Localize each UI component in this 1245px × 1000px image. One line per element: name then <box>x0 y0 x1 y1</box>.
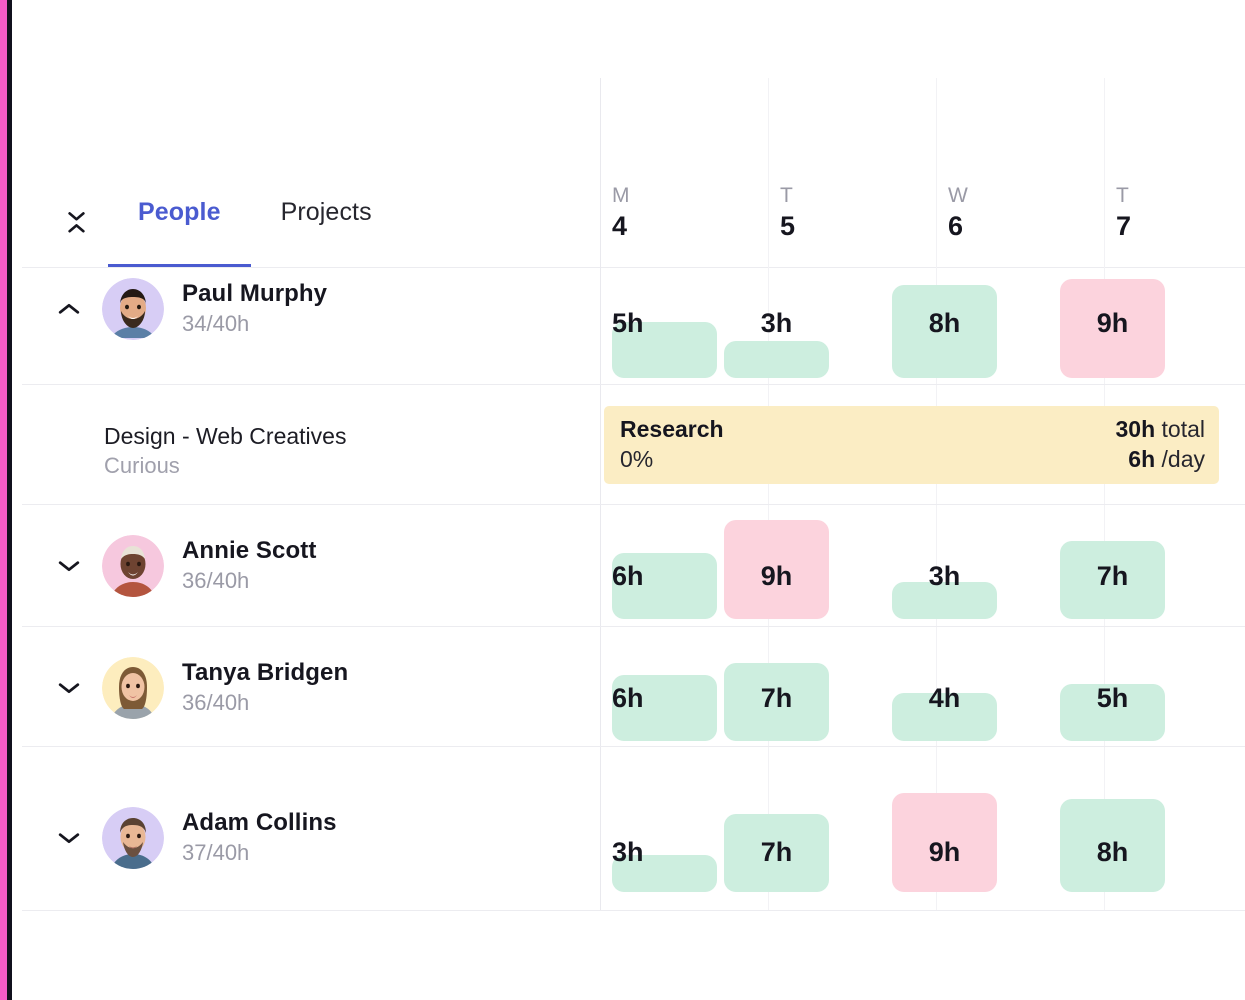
board-header: People Projects M 4 T 5 W 6 T 7 <box>12 78 1245 268</box>
allocation-hours-label: 8h <box>928 308 961 338</box>
task-left-info: Research 0% <box>620 415 724 475</box>
project-cell[interactable]: Design - Web Creatives Curious <box>104 421 346 481</box>
person-cell-tanya[interactable]: Tanya Bridgen 36/40h <box>52 657 348 719</box>
board: People Projects M 4 T 5 W 6 T 7 Paul Mur… <box>12 0 1245 1000</box>
allocation-cell-tanya-tue[interactable]: 7h <box>724 627 829 741</box>
person-name: Paul Murphy <box>182 280 328 308</box>
avatar <box>102 535 164 597</box>
project-name: Design - Web Creatives <box>104 423 347 449</box>
avatar <box>102 278 164 340</box>
table-row[interactable]: Annie Scott 36/40h 6h 9h 3h 7h <box>12 505 1245 627</box>
allocation-cell-adam-wed[interactable]: 9h <box>892 747 997 892</box>
avatar <box>102 807 164 869</box>
expand-toggle-annie[interactable] <box>52 549 86 583</box>
task-total-row: 30h total <box>1115 415 1205 445</box>
chevron-down-icon <box>58 683 80 694</box>
allocation-hours-label: 4h <box>928 683 961 713</box>
person-info-paul: Paul Murphy 34/40h <box>182 279 327 338</box>
allocation-hours-label: 7h <box>760 683 793 713</box>
person-name: Tanya Bridgen <box>182 659 349 687</box>
person-info-adam: Adam Collins 37/40h <box>182 808 337 867</box>
task-perday-row: 6h /day <box>1115 445 1205 475</box>
allocation-hours-label: 3h <box>612 837 644 867</box>
task-progress: 0% <box>620 446 654 472</box>
expand-toggle-adam[interactable] <box>52 821 86 855</box>
person-name: Annie Scott <box>182 537 317 565</box>
allocation-cell-paul-wed[interactable]: 8h <box>892 190 997 378</box>
chevron-up-icon <box>58 303 80 314</box>
allocation-hours-label: 5h <box>1096 683 1129 713</box>
task-total-label: total <box>1161 416 1205 443</box>
task-title: Research <box>620 416 724 443</box>
row-divider <box>22 910 1245 911</box>
allocation-hours-label: 7h <box>1096 561 1129 591</box>
allocation-cell-tanya-mon[interactable]: 6h <box>612 627 717 741</box>
table-row[interactable]: Adam Collins 37/40h 3h 7h 9h 8h <box>12 747 1245 911</box>
allocation-hours-label: 6h <box>612 561 644 591</box>
task-perday-value: 6h <box>1128 446 1156 472</box>
allocation-cell-paul-tue[interactable]: 3h <box>724 190 829 378</box>
allocation-bar[interactable] <box>724 341 829 378</box>
avatar-image-paul <box>102 278 164 340</box>
person-name: Adam Collins <box>182 809 337 837</box>
allocation-hours-label: 3h <box>760 308 793 338</box>
allocation-cell-annie-wed[interactable]: 3h <box>892 505 997 619</box>
person-info-tanya: Tanya Bridgen 36/40h <box>182 658 348 717</box>
allocation-cell-adam-mon[interactable]: 3h <box>612 747 717 892</box>
scheduling-board-app: People Projects M 4 T 5 W 6 T 7 Paul Mur… <box>0 0 1245 1000</box>
table-row[interactable]: Paul Murphy 34/40h 5h 3h 8h 9h <box>12 190 1245 385</box>
allocation-cell-paul-mon[interactable]: 5h <box>612 190 717 378</box>
allocation-cell-tanya-wed[interactable]: 4h <box>892 627 997 741</box>
person-cell-adam[interactable]: Adam Collins 37/40h <box>52 807 337 869</box>
allocation-hours-label: 9h <box>928 837 961 867</box>
window-accent-strip-magenta <box>0 0 7 1000</box>
allocation-hours-label: 3h <box>928 561 961 591</box>
avatar-image-annie <box>102 535 164 597</box>
project-client: Curious <box>104 453 180 479</box>
allocation-cell-adam-thu[interactable]: 8h <box>1060 747 1165 892</box>
person-info-annie: Annie Scott 36/40h <box>182 536 316 595</box>
person-hours: 37/40h <box>182 840 250 866</box>
task-right-info: 30h total 6h /day <box>1115 415 1205 475</box>
allocation-cell-annie-mon[interactable]: 6h <box>612 505 717 619</box>
allocation-hours-label: 6h <box>612 683 644 713</box>
allocation-cell-annie-tue[interactable]: 9h <box>724 505 829 619</box>
table-row[interactable]: Design - Web Creatives Curious Research … <box>12 385 1245 505</box>
person-cell-paul[interactable]: Paul Murphy 34/40h <box>52 278 327 340</box>
expand-toggle-paul[interactable] <box>52 292 86 326</box>
task-total-value: 30h <box>1115 416 1156 443</box>
allocation-hours-label: 5h <box>612 308 644 338</box>
avatar-image-tanya <box>102 657 164 719</box>
chevron-down-icon <box>58 561 80 572</box>
allocation-hours-label: 7h <box>760 837 793 867</box>
person-hours: 36/40h <box>182 568 250 594</box>
avatar <box>102 657 164 719</box>
avatar-image-adam <box>102 807 164 869</box>
task-perday-label: /day <box>1161 446 1205 472</box>
allocation-cell-annie-thu[interactable]: 7h <box>1060 505 1165 619</box>
allocation-cell-paul-thu[interactable]: 9h <box>1060 190 1165 378</box>
person-hours: 34/40h <box>182 311 250 337</box>
allocation-cell-adam-tue[interactable]: 7h <box>724 747 829 892</box>
task-allocation-bar[interactable]: Research 0% 30h total 6h /day <box>604 406 1219 484</box>
chevron-down-icon <box>58 833 80 844</box>
person-hours: 36/40h <box>182 690 250 716</box>
allocation-hours-label: 8h <box>1096 837 1129 867</box>
table-row[interactable]: Tanya Bridgen 36/40h 6h 7h 4h 5h <box>12 627 1245 747</box>
allocation-hours-label: 9h <box>1096 308 1129 338</box>
allocation-cell-tanya-thu[interactable]: 5h <box>1060 627 1165 741</box>
person-cell-annie[interactable]: Annie Scott 36/40h <box>52 535 316 597</box>
allocation-hours-label: 9h <box>760 561 793 591</box>
expand-toggle-tanya[interactable] <box>52 671 86 705</box>
